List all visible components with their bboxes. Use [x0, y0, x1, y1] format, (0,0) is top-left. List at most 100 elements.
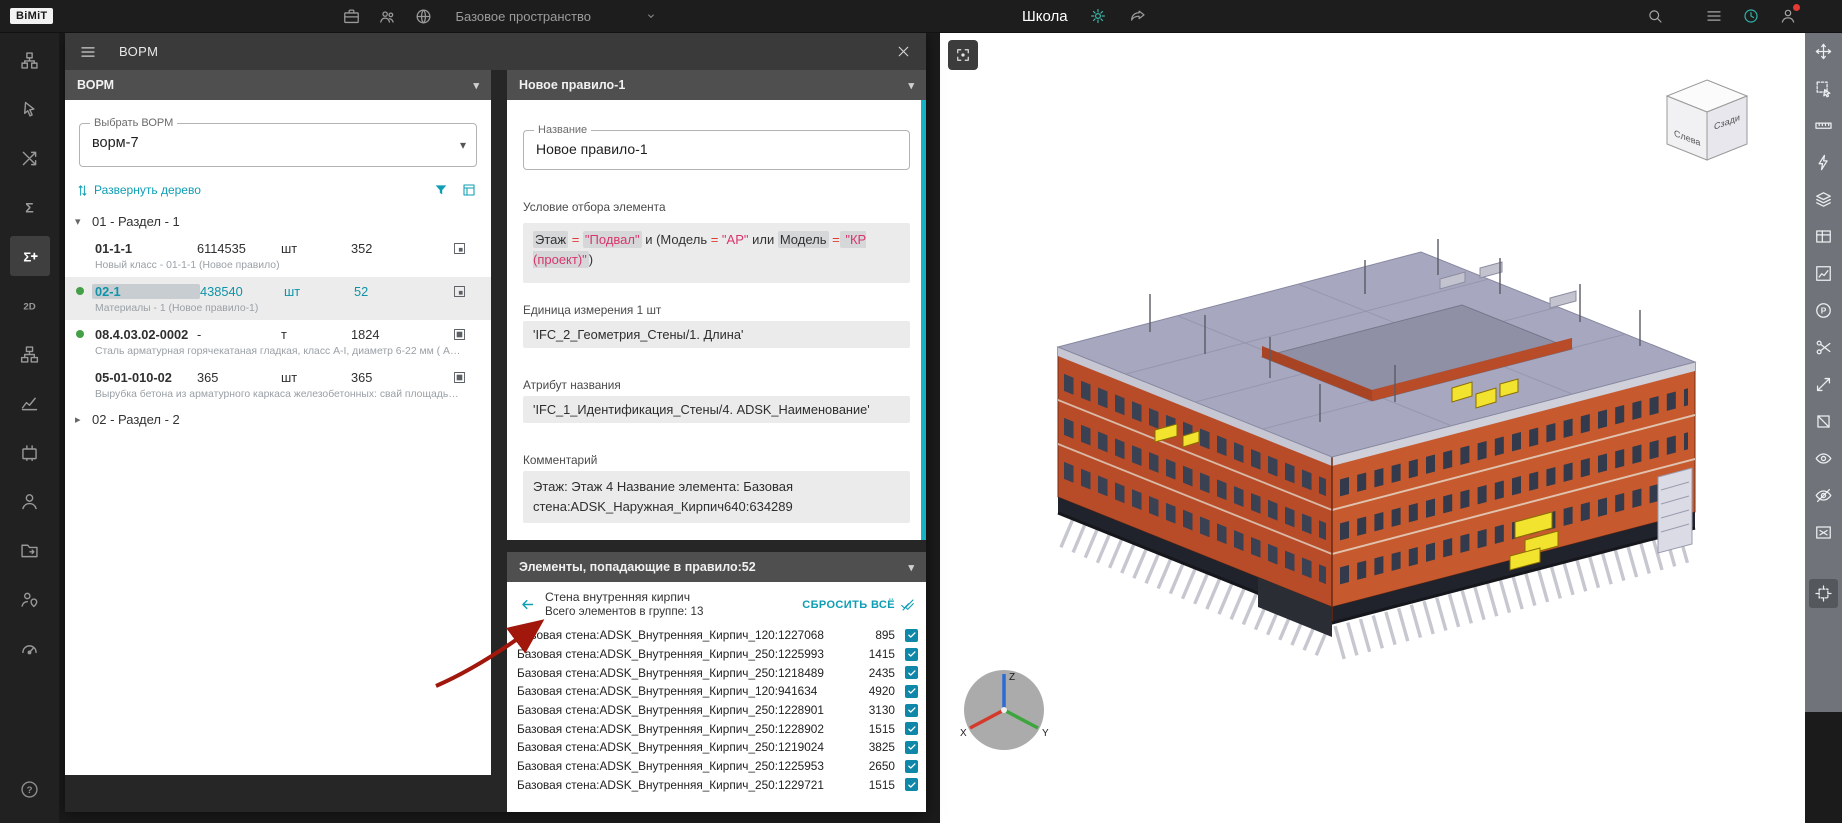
worm-panel-header[interactable]: ВОРМ ▾	[65, 70, 491, 100]
ruler-icon[interactable]	[1809, 111, 1838, 140]
rule-name-field[interactable]: Название Новое правило-1	[523, 130, 910, 170]
show-elements-icon[interactable]	[452, 241, 467, 256]
show-elements-icon[interactable]	[452, 327, 467, 342]
sum-icon[interactable]: Σ	[10, 187, 50, 227]
tree-row[interactable]: 02-1438540шт52Материалы - 1 (Новое прави…	[65, 277, 491, 320]
axis-gizmo[interactable]: Z X Y	[954, 660, 1054, 760]
tree-group[interactable]: ▸02 - Раздел - 2	[65, 406, 491, 432]
element-checkbox[interactable]	[905, 666, 918, 679]
element-checkbox[interactable]	[905, 722, 918, 735]
bimit-logo: BiMiT	[10, 8, 53, 24]
search-icon[interactable]	[1645, 6, 1665, 26]
portfolio-icon[interactable]	[341, 6, 361, 26]
clash-icon[interactable]	[1809, 148, 1838, 177]
plugins-icon[interactable]	[10, 432, 50, 472]
share-icon[interactable]	[1128, 6, 1148, 26]
reset-all-button[interactable]: СБРОСИТЬ ВСЁ	[802, 597, 916, 613]
chart-icon[interactable]	[1809, 259, 1838, 288]
element-checkbox[interactable]	[905, 629, 918, 642]
model-structure-icon[interactable]	[10, 40, 50, 80]
contacts-icon[interactable]	[10, 579, 50, 619]
expand-tree-link[interactable]: Развернуть дерево	[94, 183, 201, 197]
pan-icon[interactable]	[1809, 37, 1838, 66]
element-row[interactable]: Базовая стена:ADSK_Внутренняя_Кирпич_250…	[517, 757, 918, 776]
worm-calculation-icon[interactable]: Σ	[10, 236, 50, 276]
tree-group[interactable]: ▾01 - Раздел - 1	[65, 208, 491, 234]
element-row[interactable]: Базовая стена:ADSK_Внутренняя_Кирпич_120…	[517, 626, 918, 645]
section-box-icon[interactable]	[1809, 579, 1838, 608]
collapse-caret-icon[interactable]: ▾	[473, 79, 479, 92]
element-checkbox[interactable]	[905, 778, 918, 791]
element-checkbox[interactable]	[905, 704, 918, 717]
element-row[interactable]: Базовая стена:ADSK_Внутренняя_Кирпич_250…	[517, 776, 918, 795]
layers-icon[interactable]	[1809, 185, 1838, 214]
classifier-icon[interactable]	[10, 334, 50, 374]
element-row[interactable]: Базовая стена:ADSK_Внутренняя_Кирпич_250…	[517, 645, 918, 664]
window-title: ВОРМ	[119, 44, 158, 59]
window-menu-icon[interactable]	[79, 43, 97, 61]
view-cube[interactable]: Слева Сзади	[1661, 74, 1753, 170]
properties-icon[interactable]: P	[1809, 296, 1838, 325]
profile-icon[interactable]	[1778, 6, 1798, 26]
history-clock-icon[interactable]	[1741, 6, 1761, 26]
globe-icon[interactable]	[413, 6, 433, 26]
element-checkbox[interactable]	[905, 741, 918, 754]
select-tool-icon[interactable]	[10, 89, 50, 129]
viewer-toolbar: P	[1805, 32, 1842, 712]
users-icon[interactable]	[10, 481, 50, 521]
clip-plane-icon[interactable]	[1809, 407, 1838, 436]
show-elements-icon[interactable]	[452, 370, 467, 385]
2d-view-icon[interactable]: 2D	[10, 285, 50, 325]
filter-icon[interactable]	[433, 182, 449, 198]
worm-select[interactable]: Выбрать ВОРМ ворм-7 ▾	[79, 123, 477, 167]
no-image-icon[interactable]	[1809, 518, 1838, 547]
group-count: Всего элементов в группе: 13	[545, 605, 703, 619]
expand-tree-icon[interactable]	[75, 183, 90, 198]
tree-row[interactable]: 01-1-16114535шт352Новый класс - 01-1-1 (…	[65, 234, 491, 277]
attribute-value-field[interactable]: 'IFC_1_Идентификация_Стены/4. ADSK_Наиме…	[523, 396, 910, 423]
unit-value-field[interactable]: 'IFC_2_Геометрия_Стены/1. Длина'	[523, 321, 910, 348]
rule-panel-header[interactable]: Новое правило-1 ▾	[507, 70, 926, 100]
flat-view-icon[interactable]	[461, 182, 477, 198]
element-row[interactable]: Базовая стена:ADSK_Внутренняя_Кирпич_250…	[517, 663, 918, 682]
status-dot	[65, 244, 95, 252]
tree-row[interactable]: 05-01-010-02365шт365Вырубка бетона из ар…	[65, 363, 491, 406]
hide-element-icon[interactable]	[1809, 481, 1838, 510]
links-icon[interactable]	[10, 138, 50, 178]
close-icon[interactable]	[895, 43, 912, 60]
element-checkbox[interactable]	[905, 760, 918, 773]
back-arrow-icon[interactable]	[519, 596, 536, 613]
element-row[interactable]: Базовая стена:ADSK_Внутренняя_Кирпич_250…	[517, 738, 918, 757]
element-row[interactable]: Базовая стена:ADSK_Внутренняя_Кирпич_250…	[517, 719, 918, 738]
tree-row[interactable]: 08.4.03.02-0002-т1824Сталь арматурная го…	[65, 320, 491, 363]
element-checkbox[interactable]	[905, 648, 918, 661]
condition-editor[interactable]: Этаж = "Подвал" и (Модель = "АР" или Мод…	[523, 223, 910, 283]
model-viewport[interactable]: Слева Сзади Z X Y	[940, 32, 1805, 823]
collapse-caret-icon[interactable]: ▾	[908, 79, 914, 92]
table-icon[interactable]	[1809, 222, 1838, 251]
team-icon[interactable]	[377, 6, 397, 26]
help-icon[interactable]: ?	[10, 769, 50, 809]
element-row[interactable]: Базовая стена:ADSK_Внутренняя_Кирпич_120…	[517, 682, 918, 701]
element-checkbox[interactable]	[905, 685, 918, 698]
comment-field[interactable]: Этаж: Этаж 4 Название элемента: Базовая …	[523, 471, 910, 523]
visibility-icon[interactable]	[1809, 444, 1838, 473]
focus-model-button[interactable]	[948, 40, 978, 70]
collapse-caret-icon[interactable]: ▾	[908, 561, 914, 574]
show-elements-icon[interactable]	[452, 284, 467, 299]
workspace-select[interactable]: Базовое пространство	[455, 8, 659, 24]
elements-panel-header[interactable]: Элементы, попадающие в правило:52 ▾	[507, 552, 926, 582]
charts-icon[interactable]	[10, 383, 50, 423]
workspace-select-value: Базовое пространство	[455, 9, 591, 24]
dimensions-icon[interactable]	[1809, 370, 1838, 399]
scrollbar[interactable]	[921, 100, 926, 540]
settings-gear-icon[interactable]	[1088, 6, 1108, 26]
menu-list-icon[interactable]	[1704, 6, 1724, 26]
section-icon[interactable]	[1809, 333, 1838, 362]
select-area-icon[interactable]	[1809, 74, 1838, 103]
chevron-down-icon	[643, 8, 659, 24]
element-row[interactable]: Базовая стена:ADSK_Внутренняя_Кирпич_250…	[517, 701, 918, 720]
dashboard-icon[interactable]	[10, 628, 50, 668]
shared-folder-icon[interactable]	[10, 530, 50, 570]
tree-caret-icon: ▸	[75, 413, 85, 426]
